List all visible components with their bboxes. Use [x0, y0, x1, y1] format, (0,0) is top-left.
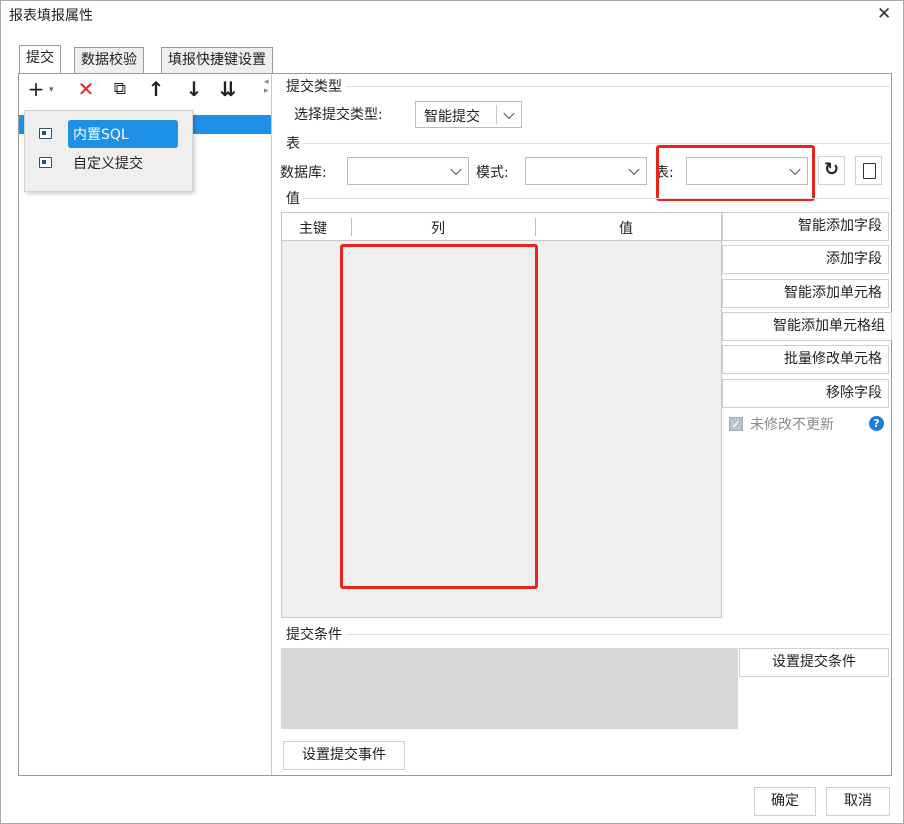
submit-condition-area: [281, 648, 738, 729]
values-table-header: 主键 列 值: [282, 213, 721, 241]
smart-add-cell-button[interactable]: 智能添加单元格: [722, 279, 889, 308]
submit-type-label: 选择提交类型:: [294, 107, 383, 123]
cancel-button[interactable]: 取消: [826, 787, 890, 816]
table-highlight-box: [656, 145, 815, 201]
tab-bar: 提交 数据校验 填报快捷键设置: [19, 45, 619, 73]
ok-button[interactable]: 确定: [754, 787, 816, 816]
column-highlight-box: [340, 244, 538, 589]
preview-button[interactable]: [855, 156, 882, 185]
schema-select[interactable]: [525, 157, 647, 185]
set-submit-event-button[interactable]: 设置提交事件: [283, 741, 405, 770]
database-label: 数据库:: [280, 165, 327, 181]
add-caret-icon[interactable]: ▾: [49, 85, 54, 95]
copy-icon[interactable]: ⧉: [108, 78, 132, 100]
submit-type-divider: [346, 86, 890, 87]
refresh-button[interactable]: ↻: [818, 156, 845, 185]
remove-field-button[interactable]: 移除字段: [722, 379, 889, 408]
tab-submit[interactable]: 提交: [19, 45, 61, 73]
set-submit-condition-button[interactable]: 设置提交条件: [739, 648, 889, 677]
help-icon[interactable]: ?: [869, 416, 884, 431]
no-update-checkbox[interactable]: ✓: [729, 417, 743, 431]
table-divider: [303, 143, 890, 144]
move-down-icon[interactable]: ↓: [184, 78, 204, 100]
smart-add-cell-group-button[interactable]: 智能添加单元格组: [722, 312, 892, 341]
preview-icon: [863, 163, 876, 179]
submit-type-value: 智能提交: [424, 109, 480, 125]
column-header-value[interactable]: 值: [619, 218, 633, 238]
values-divider: [303, 198, 890, 199]
move-up-icon[interactable]: ↑: [146, 78, 166, 100]
values-section-label: 值: [286, 191, 300, 207]
chevron-down-icon: [503, 107, 515, 119]
tab-shortcut-settings[interactable]: 填报快捷键设置: [161, 47, 273, 73]
schema-label: 模式:: [476, 165, 509, 181]
left-panel-divider: [271, 74, 272, 775]
window-title: 报表填报属性: [9, 8, 93, 24]
column-header-primary-key[interactable]: 主键: [299, 218, 327, 238]
close-icon[interactable]: ✕: [877, 4, 891, 24]
column-header-column[interactable]: 列: [431, 218, 445, 238]
add-dropdown-menu: 内置SQL 自定义提交: [24, 110, 193, 192]
menu-item-custom-submit[interactable]: 自定义提交: [73, 153, 143, 173]
delete-icon[interactable]: ✕: [74, 78, 98, 100]
table-section-label: 表: [286, 136, 300, 152]
refresh-icon: ↻: [823, 159, 840, 180]
menu-item-builtin-sql[interactable]: 内置SQL: [73, 124, 129, 144]
submit-condition-divider: [346, 634, 890, 635]
sql-item-icon: [39, 128, 52, 139]
add-field-button[interactable]: 添加字段: [722, 245, 889, 274]
submit-type-section-label: 提交类型: [286, 79, 342, 95]
batch-modify-cell-button[interactable]: 批量修改单元格: [722, 345, 889, 374]
no-update-label: 未修改不更新: [750, 417, 834, 433]
add-icon[interactable]: +: [26, 78, 46, 100]
chevron-down-icon: [628, 163, 640, 176]
custom-submit-icon: [39, 157, 52, 168]
submit-type-select[interactable]: 智能提交: [415, 101, 522, 128]
chevron-down-icon: [450, 163, 462, 176]
submit-condition-section-label: 提交条件: [286, 627, 342, 643]
database-select[interactable]: [347, 157, 469, 185]
sort-icon[interactable]: ⇊: [217, 78, 239, 100]
tab-data-validation[interactable]: 数据校验: [74, 47, 144, 73]
smart-add-field-button[interactable]: 智能添加字段: [722, 212, 889, 241]
collapse-handle[interactable]: ◂ ▸: [264, 78, 269, 96]
